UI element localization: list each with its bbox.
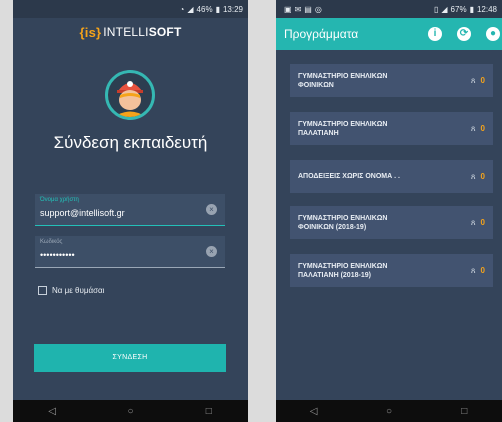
app-bar: Προγράμματα i ⟳ ●: [276, 18, 502, 50]
signal-icon: ◢: [441, 4, 448, 14]
password-label: Κωδικός: [40, 239, 63, 245]
login-button[interactable]: ΣΥΝΔΕΣΗ: [34, 344, 226, 372]
alarm-icon: ◔: [179, 4, 185, 14]
recents-icon[interactable]: □: [459, 406, 469, 417]
status-time: 13:29: [222, 4, 243, 14]
battery-icon: ▮: [215, 4, 220, 14]
status-bar: ▣ ✉ ▤ ◎ ▯ ◢ 67% ▮ 12:48: [276, 0, 502, 18]
program-name-line1: ΓΥΜΝΑΣΤΗΡΙΟ ΕΝΗΛΙΚΩΝ: [298, 262, 388, 270]
program-name-line1: ΑΠΟΔΕΙΞΕΙΣ ΧΩΡΙΣ ΟΝΟΜΑ . .: [298, 173, 400, 180]
program-count: 0: [480, 76, 485, 85]
sync-icon[interactable]: ⟳: [457, 27, 471, 41]
password-value: •••••••••••: [40, 250, 75, 260]
people-icon: ጸ: [470, 217, 476, 227]
program-name-line2: ΦΟΙΝΙΚΩΝ (2018-19): [298, 223, 367, 231]
program-item[interactable]: ΓΥΜΝΑΣΤΗΡΙΟ ΕΝΗΛΙΚΩΝ ΦΟΙΝΙΚΩΝ (2018-19) …: [290, 206, 493, 239]
program-count: 0: [480, 266, 485, 275]
program-name-line1: ΓΥΜΝΑΣΤΗΡΙΟ ΕΝΗΛΙΚΩΝ: [298, 72, 388, 80]
gallery-icon: ▤: [304, 4, 312, 14]
program-name: ΑΠΟΔΕΙΞΕΙΣ ΧΩΡΙΣ ΟΝΟΜΑ . .: [298, 172, 471, 181]
program-name: ΓΥΜΝΑΣΤΗΡΙΟ ΕΝΗΛΙΚΩΝ ΠΑΛΑΤΙΑΝΗ (2018-19): [298, 262, 471, 280]
program-count: 0: [480, 124, 485, 133]
program-name-line2: ΦΟΙΝΙΚΩΝ: [298, 81, 334, 89]
brand-header: {is} INTELLI SOFT: [13, 18, 248, 46]
program-count: 0: [480, 172, 485, 181]
program-name: ΓΥΜΝΑΣΤΗΡΙΟ ΕΝΗΛΙΚΩΝ ΦΟΙΝΙΚΩΝ (2018-19): [298, 214, 471, 232]
username-label: Όνομα χρήστη: [40, 197, 79, 203]
mail-icon: ✉: [294, 4, 302, 14]
login-screen: ◔ ◢ 46% ▮ 13:29 {is} INTELLI SOFT Σύνδεση…: [13, 0, 248, 422]
password-field[interactable]: Κωδικός ••••••••••• ×: [35, 236, 225, 268]
people-icon: ጸ: [470, 171, 476, 181]
page-title: Προγράμματα: [284, 27, 359, 41]
home-icon[interactable]: ○: [384, 406, 394, 417]
trainer-avatar: [105, 70, 155, 120]
program-name-line1: ΓΥΜΝΑΣΤΗΡΙΟ ΕΝΗΛΙΚΩΝ: [298, 120, 388, 128]
program-name-line2: ΠΑΛΑΤΙΑΝΗ: [298, 129, 339, 137]
vibrate-icon: ▯: [433, 4, 439, 14]
remember-label: Να με θυμάσαι: [52, 286, 105, 295]
username-value: support@intellisoft.gr: [40, 208, 125, 218]
recents-icon[interactable]: □: [204, 406, 214, 417]
brand-logo: {is}: [79, 24, 102, 40]
clear-icon[interactable]: ×: [206, 204, 217, 215]
remember-me[interactable]: Να με θυμάσαι: [38, 286, 104, 295]
signal-icon: ◢: [187, 4, 194, 14]
program-item[interactable]: ΑΠΟΔΕΙΞΕΙΣ ΧΩΡΙΣ ΟΝΟΜΑ . . ጸ 0: [290, 160, 493, 193]
people-icon: ጸ: [470, 123, 476, 133]
programs-screen: ▣ ✉ ▤ ◎ ▯ ◢ 67% ▮ 12:48 Προγράμματα i ⟳ …: [276, 0, 502, 422]
program-name-line2: ΠΑΛΑΤΙΑΝΗ (2018-19): [298, 271, 371, 279]
people-icon: ጸ: [470, 265, 476, 275]
battery-percent: 46%: [196, 4, 213, 14]
brand-name-part1: INTELLI: [103, 25, 149, 39]
back-icon[interactable]: ◁: [47, 406, 57, 417]
sync-status-icon: ◎: [314, 4, 322, 14]
program-item[interactable]: ΓΥΜΝΑΣΤΗΡΙΟ ΕΝΗΛΙΚΩΝ ΦΟΙΝΙΚΩΝ ጸ 0: [290, 64, 493, 97]
program-name: ΓΥΜΝΑΣΤΗΡΙΟ ΕΝΗΛΙΚΩΝ ΠΑΛΑΤΙΑΝΗ: [298, 120, 471, 138]
login-title: Σύνδεση εκπαιδευτή: [53, 133, 208, 152]
nav-bar: ◁ ○ □: [13, 400, 248, 422]
program-count: 0: [480, 218, 485, 227]
notification-icon: ▣: [284, 4, 292, 14]
program-item[interactable]: ΓΥΜΝΑΣΤΗΡΙΟ ΕΝΗΛΙΚΩΝ ΠΑΛΑΤΙΑΝΗ ጸ 0: [290, 112, 493, 145]
program-item[interactable]: ΓΥΜΝΑΣΤΗΡΙΟ ΕΝΗΛΙΚΩΝ ΠΑΛΑΤΙΑΝΗ (2018-19)…: [290, 254, 493, 287]
home-icon[interactable]: ○: [125, 406, 135, 417]
clear-icon[interactable]: ×: [206, 246, 217, 257]
info-icon[interactable]: i: [428, 27, 442, 41]
status-bar: ◔ ◢ 46% ▮ 13:29: [13, 0, 248, 18]
remember-checkbox[interactable]: [38, 286, 47, 295]
back-icon[interactable]: ◁: [309, 406, 319, 417]
battery-icon: ▮: [469, 4, 474, 14]
status-time: 12:48: [476, 4, 497, 14]
nav-bar: ◁ ○ □: [276, 400, 502, 422]
battery-percent: 67%: [450, 4, 467, 14]
people-icon: ጸ: [470, 75, 476, 85]
program-name: ΓΥΜΝΑΣΤΗΡΙΟ ΕΝΗΛΙΚΩΝ ΦΟΙΝΙΚΩΝ: [298, 72, 471, 90]
brand-name-part2: SOFT: [148, 25, 182, 39]
account-icon[interactable]: ●: [486, 27, 500, 41]
program-name-line1: ΓΥΜΝΑΣΤΗΡΙΟ ΕΝΗΛΙΚΩΝ: [298, 214, 388, 222]
username-field[interactable]: Όνομα χρήστη support@intellisoft.gr ×: [35, 194, 225, 226]
